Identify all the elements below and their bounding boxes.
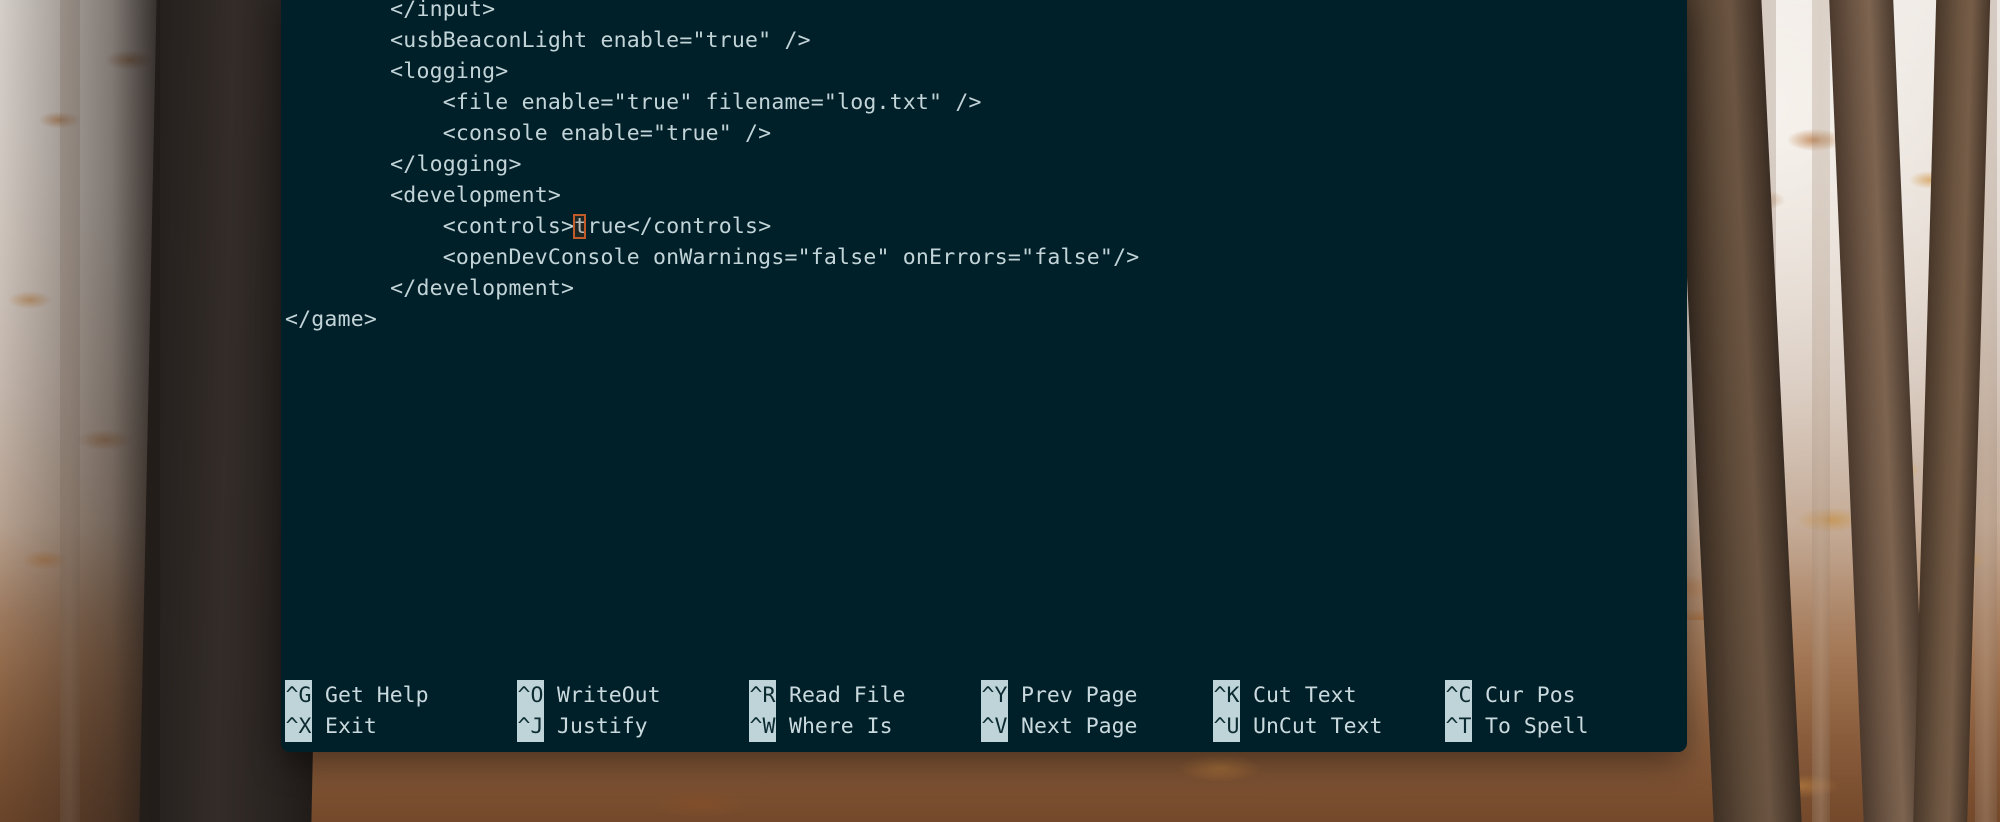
shortcut-to-spell[interactable]: ^T To Spell bbox=[1445, 711, 1677, 742]
shortcut-exit[interactable]: ^X Exit bbox=[285, 711, 517, 742]
shortcut-row-1: ^G Get Help ^O WriteOut ^R Read File ^Y Prev Pa… bbox=[285, 680, 1687, 711]
nano-shortcut-bar: ^G Get Help ^O WriteOut ^R Read File ^Y Prev Pa… bbox=[281, 680, 1687, 746]
shortcut-label: Where Is bbox=[789, 714, 893, 739]
shortcut-label: WriteOut bbox=[557, 683, 661, 708]
shortcut-key-badge: ^U bbox=[1213, 711, 1240, 742]
shortcut-label: UnCut Text bbox=[1253, 714, 1383, 739]
shortcut-row-2: ^X Exit ^J Justify ^W Where Is ^V Next Page ^U Un… bbox=[285, 711, 1687, 742]
shortcut-label: Prev Page bbox=[1021, 683, 1138, 708]
code-line: <file enable="true" filename="log.txt" /… bbox=[285, 90, 982, 115]
shortcut-label: Read File bbox=[789, 683, 906, 708]
code-line: <development> bbox=[285, 183, 562, 208]
code-line: <console enable="true" /> bbox=[285, 121, 772, 146]
nano-text-buffer[interactable]: </input> <usbBeaconLight enable="true" /… bbox=[281, 0, 1687, 674]
code-line: <usbBeaconLight enable="true" /> bbox=[285, 28, 811, 53]
shortcut-justify[interactable]: ^J Justify bbox=[517, 711, 749, 742]
code-line: </logging> bbox=[285, 152, 522, 177]
terminal-window[interactable]: </input> <usbBeaconLight enable="true" /… bbox=[281, 0, 1687, 752]
shortcut-key-badge: ^C bbox=[1445, 680, 1472, 711]
shortcut-key-badge: ^T bbox=[1445, 711, 1472, 742]
shortcut-cur-pos[interactable]: ^C Cur Pos bbox=[1445, 680, 1677, 711]
shortcut-key-badge: ^G bbox=[285, 680, 312, 711]
shortcut-writeout[interactable]: ^O WriteOut bbox=[517, 680, 749, 711]
code-line: <openDevConsole onWarnings="false" onErr… bbox=[285, 245, 1140, 270]
code-line: </game> bbox=[285, 307, 378, 332]
shortcut-label: Cut Text bbox=[1253, 683, 1357, 708]
shortcut-label: Exit bbox=[325, 714, 377, 739]
code-line: <logging> bbox=[285, 59, 509, 84]
shortcut-key-badge: ^X bbox=[285, 711, 312, 742]
shortcut-get-help[interactable]: ^G Get Help bbox=[285, 680, 517, 711]
shortcut-key-badge: ^K bbox=[1213, 680, 1240, 711]
shortcut-prev-page[interactable]: ^Y Prev Page bbox=[981, 680, 1213, 711]
text-cursor: t bbox=[573, 211, 587, 242]
code-line: <controls>true</controls> bbox=[281, 211, 1687, 242]
shortcut-uncut-text[interactable]: ^U UnCut Text bbox=[1213, 711, 1445, 742]
wallpaper-left-shadow bbox=[0, 0, 160, 822]
shortcut-key-badge: ^O bbox=[517, 680, 544, 711]
shortcut-label: To Spell bbox=[1485, 714, 1589, 739]
shortcut-cut-text[interactable]: ^K Cut Text bbox=[1213, 680, 1445, 711]
shortcut-where-is[interactable]: ^W Where Is bbox=[749, 711, 981, 742]
shortcut-next-page[interactable]: ^V Next Page bbox=[981, 711, 1213, 742]
background-tree-trunk bbox=[1812, 0, 1830, 822]
shortcut-label: Justify bbox=[557, 714, 648, 739]
shortcut-key-badge: ^W bbox=[749, 711, 776, 742]
shortcut-label: Cur Pos bbox=[1485, 683, 1576, 708]
shortcut-key-badge: ^Y bbox=[981, 680, 1008, 711]
shortcut-key-badge: ^J bbox=[517, 711, 544, 742]
shortcut-key-badge: ^R bbox=[749, 680, 776, 711]
code-line: </development> bbox=[285, 276, 575, 301]
shortcut-label: Next Page bbox=[1021, 714, 1138, 739]
desktop-wallpaper: </input> <usbBeaconLight enable="true" /… bbox=[0, 0, 2000, 822]
shortcut-read-file[interactable]: ^R Read File bbox=[749, 680, 981, 711]
shortcut-label: Get Help bbox=[325, 683, 429, 708]
code-line: </input> bbox=[285, 0, 496, 22]
shortcut-key-badge: ^V bbox=[981, 711, 1008, 742]
